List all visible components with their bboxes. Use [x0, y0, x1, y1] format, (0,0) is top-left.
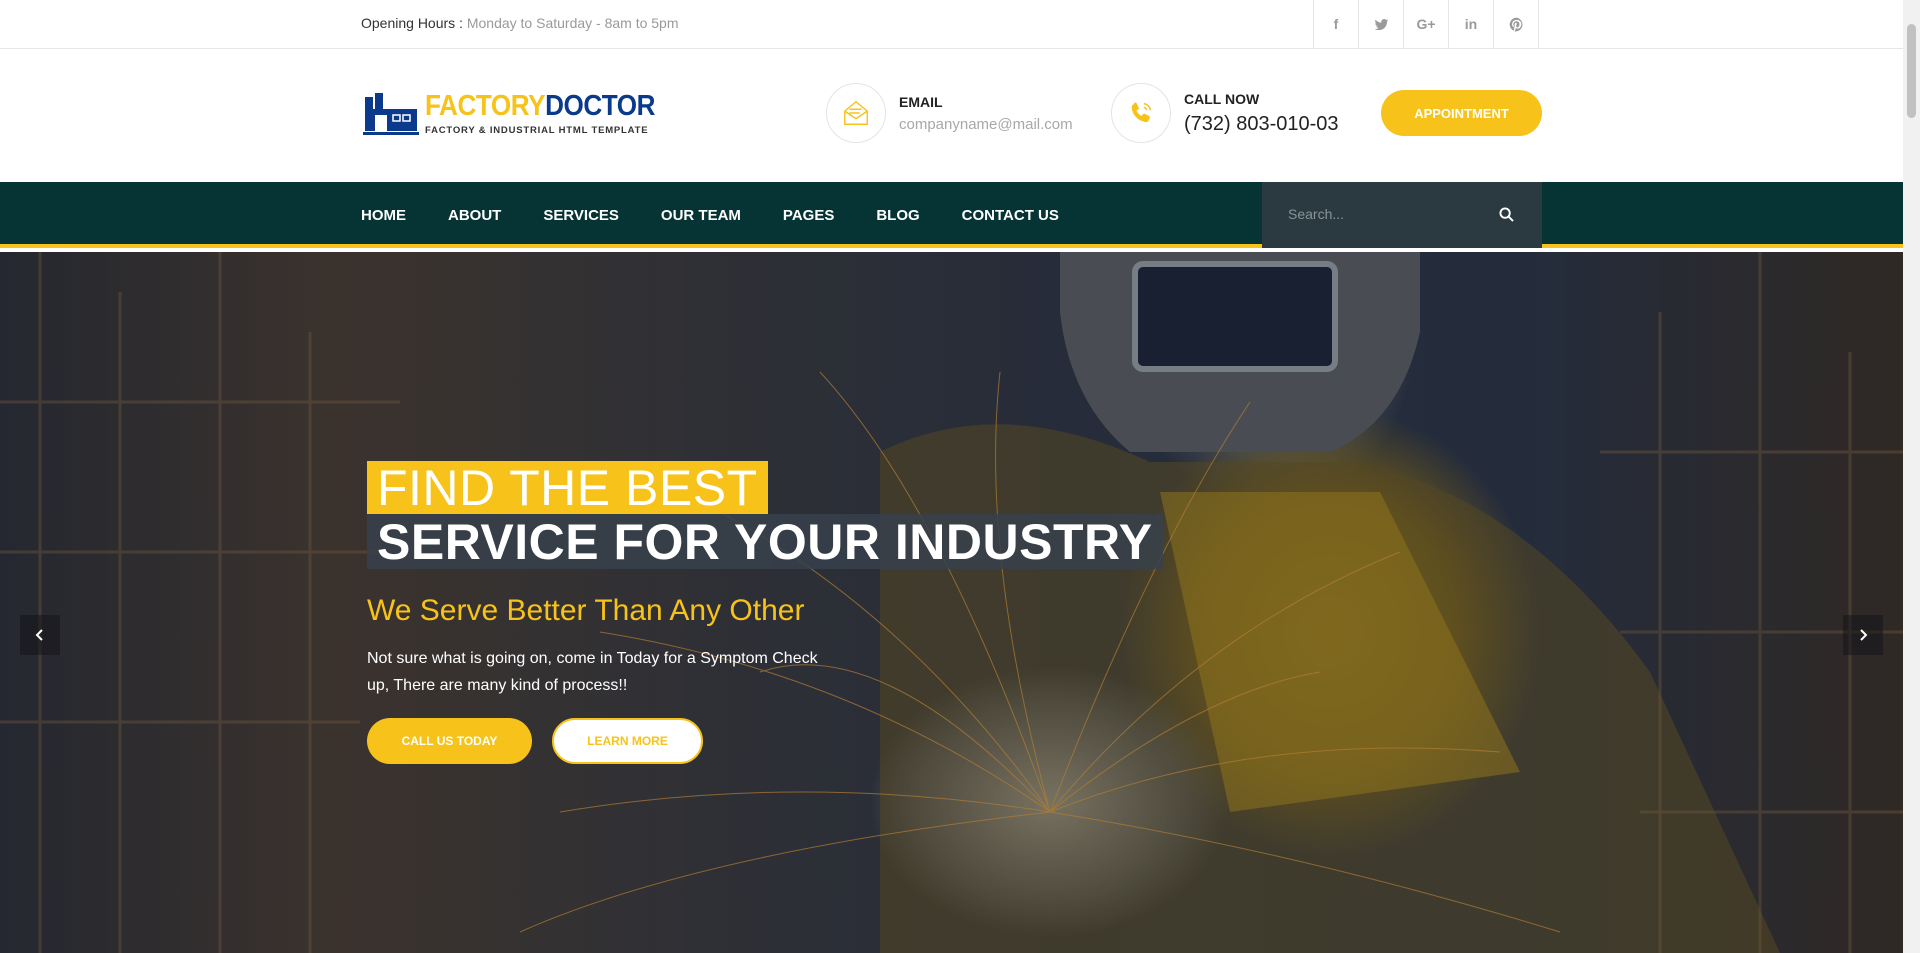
logo[interactable]: FACTORYDOCTOR FACTORY & INDUSTRIAL HTML … — [363, 89, 681, 137]
search-input[interactable]: Search... — [1288, 206, 1344, 222]
chevron-left-icon — [35, 629, 43, 641]
call-us-today-button[interactable]: CALL US TODAY — [367, 718, 532, 764]
chevron-right-icon — [1860, 629, 1868, 641]
learn-more-button[interactable]: LEARN MORE — [552, 718, 703, 764]
search-box[interactable]: Search... — [1262, 182, 1542, 248]
nav-item-services[interactable]: SERVICES — [543, 207, 619, 224]
linkedin-icon[interactable]: in — [1449, 0, 1494, 48]
hero-description: Not sure what is going on, come in Today… — [367, 650, 818, 694]
pinterest-icon[interactable] — [1494, 0, 1539, 48]
email-contact: EMAIL companyname@mail.com — [826, 83, 1073, 143]
opening-hours: Opening Hours : Monday to Saturday - 8am… — [361, 15, 679, 31]
email-label: EMAIL — [899, 93, 943, 110]
google-plus-icon[interactable]: G+ — [1404, 0, 1449, 48]
slider-prev-button[interactable] — [20, 615, 60, 655]
twitter-icon[interactable] — [1359, 0, 1404, 48]
email-value[interactable]: companyname@mail.com — [899, 116, 1073, 133]
nav-item-about[interactable]: ABOUT — [448, 207, 501, 224]
scrollbar-thumb[interactable] — [1907, 24, 1916, 118]
phone-value[interactable]: (732) 803-010-03 — [1184, 113, 1339, 136]
site-header: FACTORYDOCTOR FACTORY & INDUSTRIAL HTML … — [0, 49, 1903, 182]
factory-logo-icon — [363, 93, 419, 135]
phone-contact: CALL NOW (732) 803-010-03 — [1111, 83, 1339, 143]
nav-item-our-team[interactable]: OUR TEAM — [661, 207, 741, 224]
hero-subtitle: We Serve Better Than Any Other — [367, 594, 805, 627]
social-links: f G+ in — [1313, 0, 1539, 48]
nav-item-pages[interactable]: PAGES — [783, 207, 834, 224]
appointment-button[interactable]: APPOINTMENT — [1381, 90, 1542, 136]
main-nav: HOME ABOUT SERVICES OUR TEAM PAGES BLOG … — [0, 182, 1903, 248]
logo-tagline: FACTORY & INDUSTRIAL HTML TEMPLATE — [425, 124, 649, 136]
nav-item-home[interactable]: HOME — [361, 207, 406, 224]
hero-title-line1: FIND THE BEST — [367, 460, 768, 516]
nav-item-blog[interactable]: BLOG — [876, 207, 919, 224]
opening-hours-value: Monday to Saturday - 8am to 5pm — [466, 15, 679, 31]
logo-name: FACTORYDOCTOR — [425, 89, 656, 122]
page-scrollbar[interactable] — [1903, 0, 1920, 953]
phone-label: CALL NOW — [1184, 90, 1260, 107]
search-icon[interactable] — [1499, 207, 1514, 222]
envelope-icon — [844, 100, 868, 125]
hero-slider: FIND THE BEST SERVICE FOR YOUR INDUSTRY … — [0, 252, 1903, 953]
facebook-icon[interactable]: f — [1314, 0, 1359, 48]
slider-next-button[interactable] — [1843, 615, 1883, 655]
top-bar: Opening Hours : Monday to Saturday - 8am… — [0, 0, 1903, 49]
opening-hours-label: Opening Hours : — [361, 15, 463, 31]
hero-title-line2: SERVICE FOR YOUR INDUSTRY — [367, 514, 1163, 570]
phone-icon — [1131, 102, 1152, 123]
nav-item-contact-us[interactable]: CONTACT US — [962, 207, 1059, 224]
